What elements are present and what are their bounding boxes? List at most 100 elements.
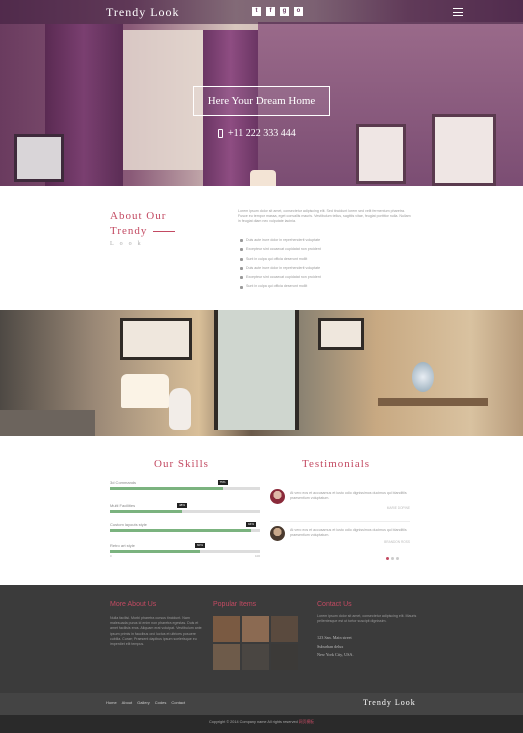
skill-bar: 3d Commands 75% bbox=[110, 480, 260, 490]
interior-photo bbox=[0, 310, 523, 436]
testimonial-author: BRANDON ROSS bbox=[384, 540, 410, 544]
skill-bar: Custom layouts style 94% bbox=[110, 522, 260, 532]
skill-track: 75% bbox=[110, 480, 260, 490]
photo-sofa bbox=[0, 410, 95, 436]
footer-nav-about[interactable]: About bbox=[122, 700, 132, 705]
gallery-thumb[interactable] bbox=[271, 644, 298, 670]
scale-end: 100 bbox=[254, 554, 260, 558]
footer-popular-title: Popular Items bbox=[213, 601, 257, 608]
testimonials-title: Testimonials bbox=[302, 458, 371, 470]
photo-window bbox=[214, 310, 299, 430]
gallery-thumb[interactable] bbox=[213, 616, 240, 642]
hero-cta-button[interactable]: Here Your Dream Home bbox=[193, 86, 330, 116]
testimonial-quote: At vero eos et accusamus et iusto odio d… bbox=[290, 528, 407, 537]
list-item-text: Excepteur sint occaecat cupidatat non pr… bbox=[246, 275, 321, 280]
gallery-thumb[interactable] bbox=[242, 644, 269, 670]
facebook-icon[interactable]: f bbox=[266, 7, 275, 16]
hero-tv bbox=[14, 134, 64, 182]
skill-tooltip: 75% bbox=[217, 480, 228, 485]
phone-icon bbox=[218, 129, 223, 138]
list-item: Duis aute irure dolor in reprehenderit v… bbox=[240, 236, 321, 245]
contact-line: 123 San. Main street bbox=[317, 635, 352, 640]
gallery-thumb[interactable] bbox=[271, 616, 298, 642]
hero-frame-left bbox=[356, 124, 406, 184]
contact-details: 123 San. Main street Suburban delux New … bbox=[317, 634, 354, 660]
hero-phone-number: +11 222 333 444 bbox=[228, 128, 296, 139]
footer-nav-codes[interactable]: Codes bbox=[155, 700, 167, 705]
photo-frame-left bbox=[120, 318, 192, 360]
skill-fill bbox=[110, 550, 200, 553]
about-divider bbox=[153, 231, 175, 232]
hero-phone: +11 222 333 444 bbox=[218, 128, 296, 139]
photo-frame-right bbox=[318, 318, 364, 350]
footer-contact-text: Lorem ipsum dolor sit amet, consectetur … bbox=[317, 614, 417, 623]
about-list: Duis aute irure dolor in reprehenderit v… bbox=[240, 236, 321, 292]
list-item-text: Duis aute irure dolor in reprehenderit v… bbox=[246, 265, 321, 270]
testimonial-quote: At vero eos et accusamus et iusto odio d… bbox=[290, 491, 407, 500]
top-navbar: Trendy Look t f g o bbox=[0, 0, 523, 24]
skill-tooltip: 48% bbox=[177, 503, 187, 508]
skill-tooltip: 60% bbox=[195, 543, 205, 548]
list-item: Excepteur sint occaecat cupidatat non pr… bbox=[240, 273, 321, 282]
skill-track: 94% bbox=[110, 522, 260, 532]
skill-fill bbox=[110, 529, 251, 532]
list-item-text: Excepteur sint occaecat cupidatat non pr… bbox=[246, 247, 321, 252]
twitter-icon[interactable]: t bbox=[252, 7, 261, 16]
carousel-dot[interactable] bbox=[391, 557, 394, 560]
popular-gallery bbox=[213, 616, 301, 670]
list-item-text: Sunt in culpa qui officia deserunt molli… bbox=[246, 256, 308, 261]
gallery-thumb[interactable] bbox=[242, 616, 269, 642]
skill-label: Retro art style bbox=[110, 543, 135, 548]
photo-desk bbox=[378, 398, 488, 406]
footer-more-title: More About Us bbox=[110, 601, 157, 608]
list-item: Excepteur sint occaecat cupidatat non pr… bbox=[240, 245, 321, 254]
footer-nav-contact[interactable]: Contact bbox=[171, 700, 185, 705]
menu-icon[interactable] bbox=[453, 8, 463, 16]
testimonial-author: MARIE DOPINE bbox=[386, 506, 410, 510]
check-icon bbox=[240, 285, 243, 289]
skills-title: Our Skills bbox=[154, 458, 209, 470]
avatar bbox=[270, 526, 285, 541]
photo-lamp bbox=[121, 374, 169, 408]
about-title: About Our Trendy bbox=[110, 209, 166, 239]
footer-nav-gallery[interactable]: Gallery bbox=[137, 700, 150, 705]
skill-track: 48% bbox=[110, 503, 260, 513]
carousel-dot[interactable] bbox=[386, 557, 389, 560]
skill-label: Custom layouts style bbox=[110, 522, 147, 527]
gallery-thumb[interactable] bbox=[213, 644, 240, 670]
list-item: Sunt in culpa qui officia deserunt molli… bbox=[240, 255, 321, 264]
skill-fill bbox=[110, 487, 223, 490]
footer-logo[interactable]: Trendy Look bbox=[363, 698, 416, 707]
check-icon bbox=[240, 248, 243, 252]
list-item-text: Sunt in culpa qui officia deserunt molli… bbox=[246, 284, 308, 289]
skill-bar: Retro art style 60% 0 100 bbox=[110, 543, 260, 558]
photo-flower bbox=[412, 362, 434, 392]
google-plus-icon[interactable]: g bbox=[280, 7, 289, 16]
hero-frame-right bbox=[432, 114, 496, 186]
about-title-line1: About Our bbox=[110, 210, 167, 222]
site-logo[interactable]: Trendy Look bbox=[106, 5, 180, 20]
check-icon bbox=[240, 267, 243, 271]
avatar bbox=[270, 489, 285, 504]
footer-nav: Home About Gallery Codes Contact bbox=[106, 700, 185, 705]
social-icons: t f g o bbox=[252, 7, 303, 16]
dribbble-icon[interactable]: o bbox=[294, 7, 303, 16]
list-item: Duis aute irure dolor in reprehenderit v… bbox=[240, 264, 321, 273]
contact-line: Suburban delux bbox=[317, 643, 344, 649]
check-icon bbox=[240, 276, 243, 280]
list-item-text: Duis aute irure dolor in reprehenderit v… bbox=[246, 238, 321, 242]
copyright-text: Copyright © 2014 Company name All rights… bbox=[209, 720, 298, 724]
check-icon bbox=[240, 239, 243, 243]
skill-scale: 0 100 bbox=[110, 554, 260, 558]
skill-label: 3d Commands bbox=[110, 480, 137, 485]
footer-nav-home[interactable]: Home bbox=[106, 700, 117, 705]
about-text: Lorem ipsum dolor sit amet, consectetur … bbox=[238, 209, 411, 223]
list-item: Sunt in culpa qui officia deserunt molli… bbox=[240, 282, 321, 291]
skill-bar: Multi Facilities 48% bbox=[110, 503, 260, 513]
carousel-dots bbox=[386, 557, 399, 560]
testimonial-divider bbox=[270, 521, 410, 522]
photo-vase bbox=[169, 388, 191, 430]
copyright: Copyright © 2014 Company name All rights… bbox=[0, 720, 523, 725]
carousel-dot[interactable] bbox=[396, 557, 399, 560]
copyright-link[interactable]: 网页模板 bbox=[299, 720, 314, 724]
